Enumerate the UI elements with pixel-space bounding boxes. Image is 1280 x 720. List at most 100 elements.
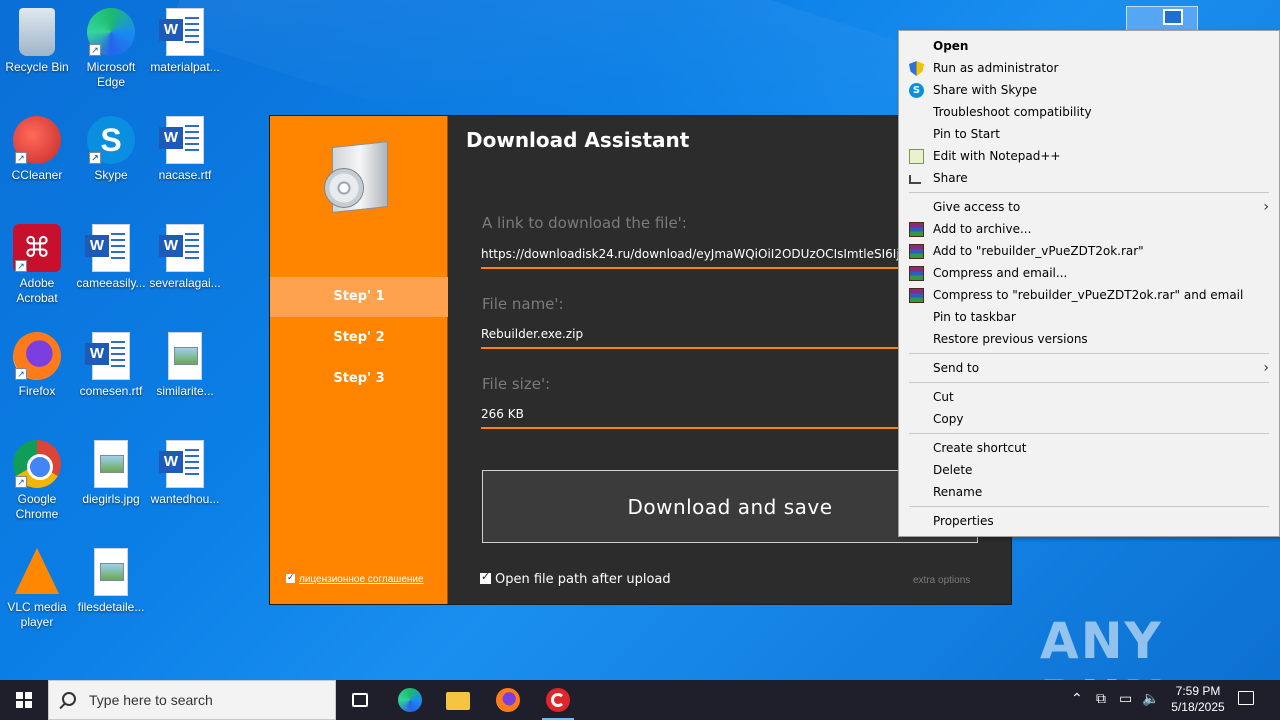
taskbar-search[interactable]: Type here to search: [48, 680, 336, 720]
desktop-icon-chrome[interactable]: ↗ Google Chrome: [0, 440, 74, 522]
chevron-right-icon: ›: [1263, 199, 1269, 215]
filesize-label: File size':: [482, 375, 551, 393]
ccleaner-icon: ↗: [13, 116, 61, 164]
word-document-icon: W: [159, 116, 204, 164]
word-document-icon: W: [85, 332, 130, 380]
desktop-icon-file[interactable]: W comesen.rtf: [74, 332, 148, 399]
clock-time: 7:59 PM: [1175, 684, 1221, 698]
edge-icon: [398, 688, 422, 712]
desktop-icon-ccleaner[interactable]: ↗ CCleaner: [0, 116, 74, 183]
device-icon[interactable]: ⧉: [1096, 690, 1106, 707]
firefox-icon: ↗: [13, 332, 61, 380]
menu-item-open[interactable]: Open: [899, 35, 1279, 57]
menu-item-add-rar[interactable]: Add to "rebuilder_vPueZDT2ok.rar": [899, 240, 1279, 262]
menu-separator: [909, 506, 1269, 507]
word-document-icon: W: [159, 440, 204, 488]
menu-item-cut[interactable]: Cut: [899, 386, 1279, 408]
shield-icon: [909, 61, 924, 76]
open-path-checkbox[interactable]: [480, 570, 491, 584]
taskbar-file-explorer[interactable]: [434, 680, 482, 720]
recycle-bin-icon: [19, 8, 55, 56]
word-document-icon: W: [85, 224, 130, 272]
menu-separator: [909, 382, 1269, 383]
chevron-up-icon[interactable]: ⌃: [1071, 690, 1083, 707]
taskbar: Type here to search ⌃ ⧉ ▭ 🔈 7:59 PM 5/18…: [0, 680, 1280, 720]
license-link[interactable]: лицензионное соглашение: [299, 574, 424, 585]
menu-item-send-to[interactable]: Send to ›: [899, 357, 1279, 379]
desktop-icon-file[interactable]: diegirls.jpg: [74, 440, 148, 507]
desktop-icon-edge[interactable]: ↗ Microsoft Edge: [74, 8, 148, 90]
notification-icon[interactable]: [1238, 691, 1254, 705]
skype-icon: S ↗: [87, 116, 135, 164]
step-2[interactable]: Step' 2: [270, 318, 448, 358]
menu-item-properties[interactable]: Properties: [899, 510, 1279, 532]
menu-item-create-shortcut[interactable]: Create shortcut: [899, 437, 1279, 459]
menu-separator: [909, 353, 1269, 354]
menu-item-rename[interactable]: Rename: [899, 481, 1279, 503]
network-icon[interactable]: ▭: [1119, 690, 1132, 707]
taskbar-ccleaner[interactable]: [534, 680, 582, 720]
search-placeholder: Type here to search: [89, 692, 213, 708]
search-icon: [62, 692, 76, 706]
menu-item-compress-rar-email[interactable]: Compress to "rebuilder_vPueZDT2ok.rar" a…: [899, 284, 1279, 306]
start-button[interactable]: [0, 680, 48, 720]
menu-item-compress-email[interactable]: Compress and email...: [899, 262, 1279, 284]
ccleaner-icon: [546, 688, 570, 712]
folder-icon: [446, 692, 470, 710]
extra-options-link[interactable]: extra options: [913, 575, 970, 586]
system-clock[interactable]: 7:59 PM 5/18/2025: [1160, 683, 1236, 715]
desktop-icon-recycle-bin[interactable]: Recycle Bin: [0, 8, 74, 75]
menu-item-add-archive[interactable]: Add to archive...: [899, 218, 1279, 240]
menu-item-give-access[interactable]: Give access to ›: [899, 196, 1279, 218]
task-view-button[interactable]: [336, 680, 384, 720]
menu-item-copy[interactable]: Copy: [899, 408, 1279, 430]
desktop-icon-acrobat[interactable]: ⌘ ↗ Adobe Acrobat: [0, 224, 74, 306]
menu-item-share-skype[interactable]: S Share with Skype: [899, 79, 1279, 101]
step-3[interactable]: Step' 3: [270, 359, 448, 399]
menu-item-delete[interactable]: Delete: [899, 459, 1279, 481]
desktop-icon-vlc[interactable]: VLC media player: [0, 548, 74, 630]
taskbar-firefox[interactable]: [484, 680, 532, 720]
notepad-icon: [909, 149, 924, 164]
volume-icon[interactable]: 🔈: [1142, 690, 1159, 707]
desktop-icon-skype[interactable]: S ↗ Skype: [74, 116, 148, 183]
firefox-icon: [496, 688, 520, 712]
open-path-option[interactable]: Open file path after upload: [480, 570, 671, 587]
desktop-icon-file[interactable]: similarite...: [148, 332, 222, 399]
chrome-icon: ↗: [13, 440, 61, 488]
menu-item-restore-versions[interactable]: Restore previous versions: [899, 328, 1279, 350]
acrobat-icon: ⌘ ↗: [13, 224, 61, 272]
taskbar-edge[interactable]: [386, 680, 434, 720]
link-label: A link to download the file':: [482, 214, 687, 232]
windows-logo-icon: [16, 692, 32, 708]
menu-separator: [909, 192, 1269, 193]
desktop-icon-firefox[interactable]: ↗ Firefox: [0, 332, 74, 399]
desktop-icon-file[interactable]: W severalagai...: [148, 224, 222, 291]
image-file-icon: [94, 440, 128, 488]
image-file-icon: [168, 332, 202, 380]
open-path-label: Open file path after upload: [495, 572, 671, 587]
menu-item-share[interactable]: Share: [899, 167, 1279, 189]
skype-icon: S: [909, 83, 924, 98]
desktop-icon-file[interactable]: W cameeasily...: [74, 224, 148, 291]
chevron-right-icon: ›: [1263, 360, 1269, 376]
filename-label: File name':: [482, 295, 564, 313]
menu-item-notepad[interactable]: Edit with Notepad++: [899, 145, 1279, 167]
clock-date: 5/18/2025: [1171, 700, 1225, 714]
menu-item-pin-taskbar[interactable]: Pin to taskbar: [899, 306, 1279, 328]
desktop-icon-file[interactable]: W wantedhou...: [148, 440, 222, 507]
menu-item-troubleshoot[interactable]: Troubleshoot compatibility: [899, 101, 1279, 123]
window-title: Download Assistant: [466, 128, 690, 152]
license-checkbox[interactable]: [286, 572, 295, 583]
winrar-icon: [909, 266, 924, 281]
winrar-icon: [909, 288, 924, 303]
edge-icon: ↗: [87, 8, 135, 56]
menu-item-pin-start[interactable]: Pin to Start: [899, 123, 1279, 145]
desktop-icon-file[interactable]: filesdetaile...: [74, 548, 148, 615]
winrar-icon: [909, 222, 924, 237]
step-1[interactable]: Step' 1: [270, 277, 448, 317]
desktop-icon-file[interactable]: W nacase.rtf: [148, 116, 222, 183]
desktop-icon-file[interactable]: W materialpat...: [148, 8, 222, 75]
word-document-icon: W: [159, 224, 204, 272]
menu-item-run-as-admin[interactable]: Run as administrator: [899, 57, 1279, 79]
